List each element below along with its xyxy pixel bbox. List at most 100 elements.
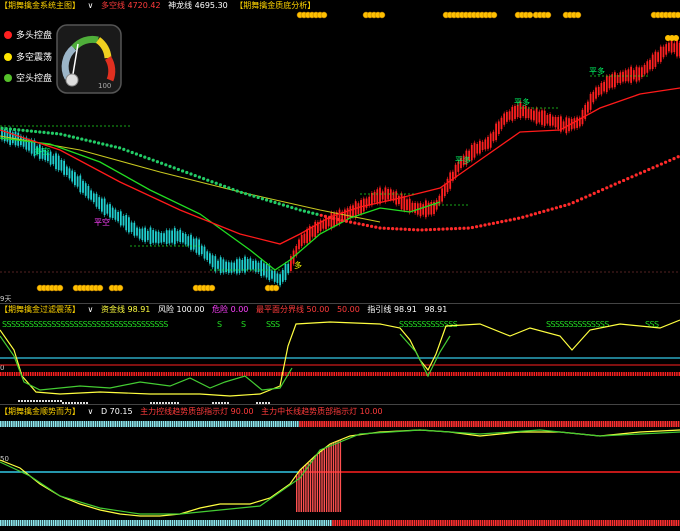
candle-body (206, 251, 209, 260)
trend-bar-top (578, 421, 581, 427)
filter-oscillator-chart[interactable] (0, 316, 680, 404)
trend-bar-top (41, 421, 44, 427)
filter-dropdown-icon[interactable]: ∨ (88, 305, 94, 314)
trend-bar-top (501, 421, 504, 427)
trend-bar-bottom (0, 520, 2, 526)
red-bar (124, 372, 126, 376)
trend-bar-top (649, 421, 651, 427)
trend-bar-top (550, 421, 552, 427)
momentum-bar (319, 452, 321, 512)
trend-bar-top (435, 421, 438, 427)
trend-bar-bottom (332, 520, 334, 526)
trend-bar-top (52, 421, 55, 427)
coin-icon (56, 284, 64, 292)
trend-bar-bottom (484, 520, 486, 526)
trend-bar-top (642, 421, 644, 427)
candle-body (98, 197, 101, 209)
trend-bar-top (215, 421, 218, 427)
red-bar (558, 372, 561, 376)
trend-dot (395, 227, 399, 231)
trend-bar-top (17, 421, 20, 427)
trend-bar-bottom (541, 520, 543, 526)
guide-line-value: 指引线 98.91 (367, 305, 417, 314)
red-bar (561, 372, 563, 376)
candle-body (419, 203, 422, 217)
trend-bar-top (30, 421, 33, 427)
trend-bar-bottom (569, 520, 572, 526)
red-bar (177, 372, 179, 376)
red-bar (211, 372, 214, 376)
trend-dot (185, 170, 189, 175)
candle-body (192, 238, 195, 250)
trend-dropdown-icon[interactable]: ∨ (88, 407, 94, 416)
trend-bar-bottom (316, 520, 319, 526)
trend-dot (617, 180, 622, 184)
trend-dot (63, 133, 67, 137)
trend-bar-top (88, 421, 90, 427)
trend-bar-bottom (266, 520, 268, 526)
red-bar (257, 372, 260, 376)
trend-bar-top (165, 421, 167, 427)
trend-bar-top (473, 421, 475, 427)
trend-bar-bottom (424, 520, 427, 526)
red-bar (62, 372, 64, 376)
trend-bar-top (358, 421, 361, 427)
trend-bar-bottom (453, 520, 455, 526)
trend-bar-bottom (517, 520, 519, 526)
trend-dot (508, 218, 512, 222)
trend-bar-top (365, 421, 367, 427)
trend-bar-bottom (211, 520, 213, 526)
trend-dot (420, 228, 424, 232)
candle-body (538, 111, 541, 123)
trend-dot (668, 158, 672, 163)
trend-bar-bottom (129, 520, 132, 526)
filter-panel-header[interactable]: 【期舞擒金过滤震荡】 ∨ 资金线 98.91 风险 100.00 危险 0.00… (0, 305, 452, 315)
red-bar (308, 372, 310, 376)
trend-bar-bottom (429, 520, 431, 526)
trend-bar-top (327, 421, 330, 427)
trend-bar-bottom (607, 520, 609, 526)
trend-dot (126, 149, 130, 153)
trend-dot (533, 212, 538, 216)
filter-indicator-name[interactable]: 【期舞擒金过滤震荡】 (0, 305, 80, 314)
trend-dot (42, 130, 46, 134)
trend-bar-bottom (180, 520, 182, 526)
red-bar (648, 372, 651, 376)
trend-bar-bottom (536, 520, 539, 526)
red-bar (644, 372, 646, 376)
trend-bar-top (657, 421, 660, 427)
candle-body (527, 108, 530, 118)
momentum-bar (325, 447, 328, 512)
trend-dot (584, 195, 588, 199)
red-bar (437, 372, 439, 376)
trend-dot (134, 152, 138, 156)
signal-long-short: 多空 (34, 147, 50, 156)
trend-bar-top (484, 421, 486, 427)
trend-dot (479, 224, 483, 228)
candle-body (668, 42, 670, 52)
trend-bar-bottom (558, 520, 561, 526)
trend-panel-header[interactable]: 【期舞擒金顺势而为】 ∨ D 70.15 主力控线趋势质部指示灯 90.00 主… (0, 407, 388, 417)
trend-bar-bottom (303, 520, 306, 526)
trend-bar-top (437, 421, 440, 427)
trend-indicator-name[interactable]: 【期舞擒金顺势而为】 (0, 407, 80, 416)
main-price-chart[interactable] (0, 12, 680, 302)
trend-dot (378, 226, 382, 230)
trend-oscillator-chart[interactable] (0, 418, 680, 531)
red-bar (423, 372, 425, 376)
trend-bar-top (231, 421, 233, 427)
trend-bar-bottom (149, 520, 152, 526)
trend-bar-bottom (33, 520, 35, 526)
trend-bar-top (620, 421, 622, 427)
trend-bar-top (451, 421, 453, 427)
trend-bar-bottom (543, 520, 545, 526)
red-bar (294, 372, 296, 376)
candle-body (71, 170, 74, 182)
candle-body (281, 269, 284, 282)
candle-body (79, 175, 82, 193)
trend-bar-bottom (286, 520, 288, 526)
candle-body (200, 245, 203, 255)
trend-bar-top (561, 421, 563, 427)
trend-bar-bottom (184, 520, 187, 526)
trend-bar-bottom (655, 520, 658, 526)
